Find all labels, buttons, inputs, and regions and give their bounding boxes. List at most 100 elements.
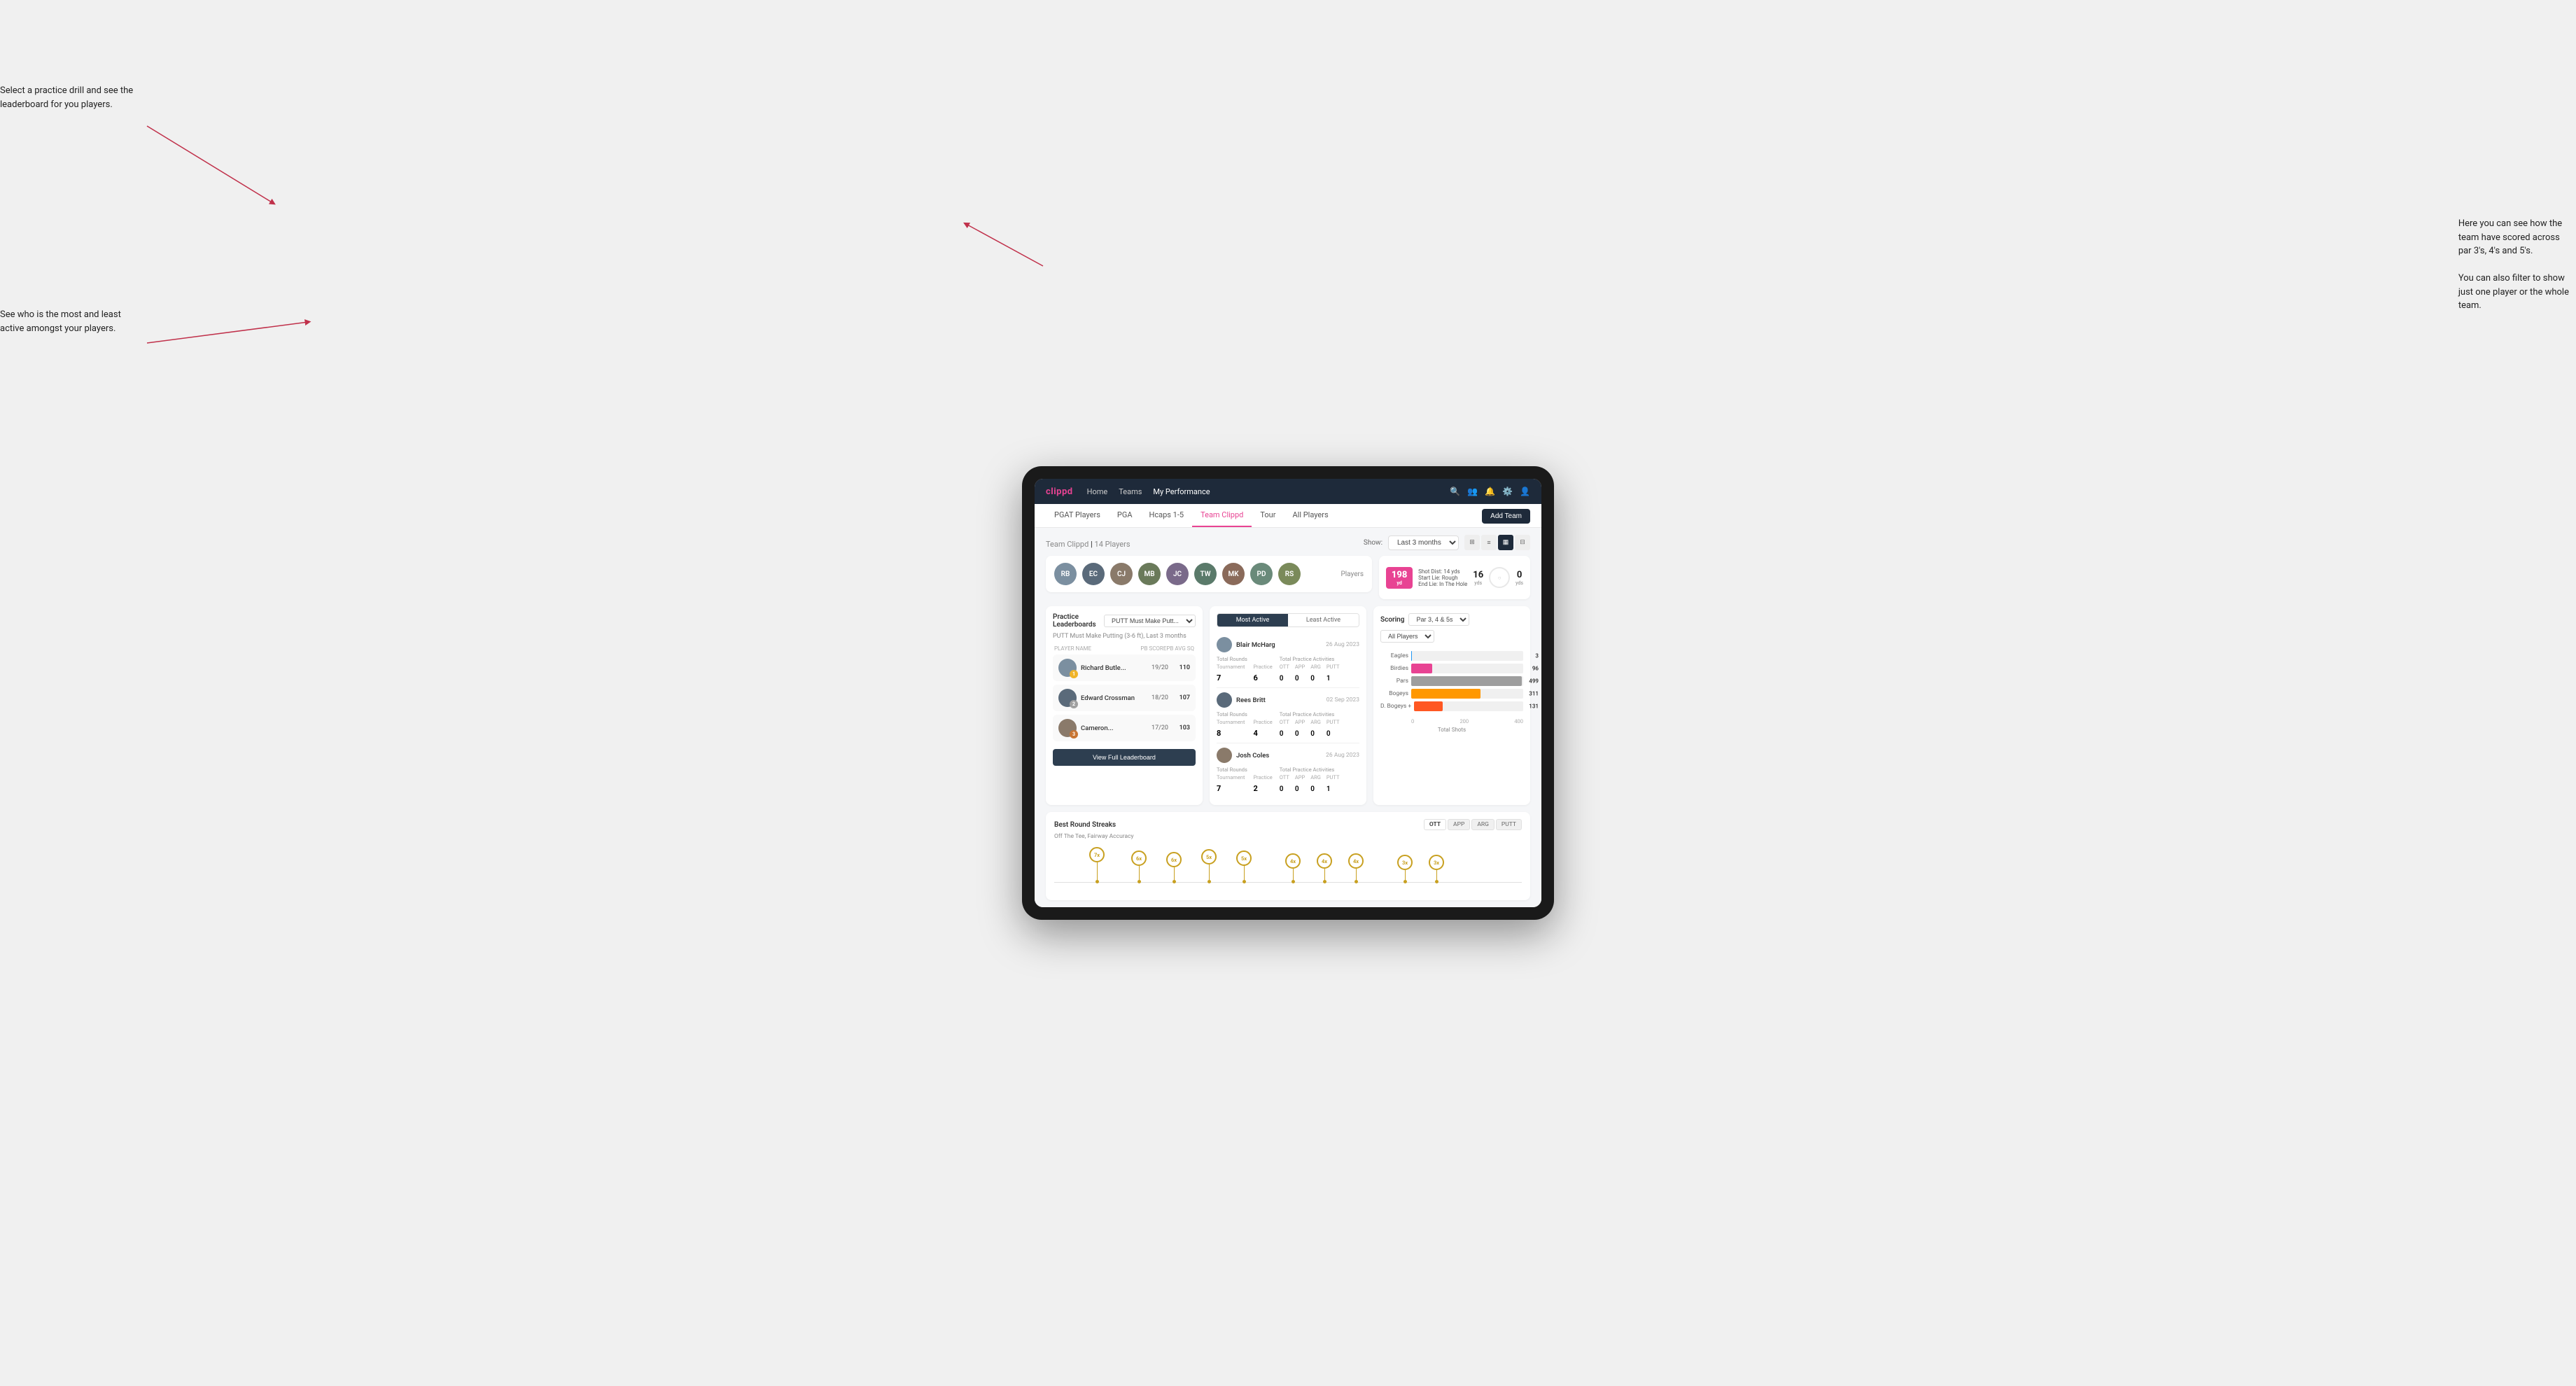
scoring-filter-2[interactable]: All Players bbox=[1380, 630, 1434, 643]
tab-arg[interactable]: ARG bbox=[1471, 819, 1494, 830]
lb-panel-header: Practice Leaderboards PUTT Must Make Put… bbox=[1053, 613, 1196, 629]
players-row: RB EC CJ MB JC TW MK PD RS Players bbox=[1046, 556, 1372, 592]
tablet-device: clippd Home Teams My Performance 🔍 👥 🔔 ⚙… bbox=[1022, 466, 1554, 920]
bell-icon[interactable]: 🔔 bbox=[1485, 486, 1495, 496]
ott-col-1: OTT 0 bbox=[1280, 664, 1289, 683]
total-rounds-label-1: Total Rounds bbox=[1217, 656, 1273, 662]
player-act-date-3: 26 Aug 2023 bbox=[1326, 752, 1359, 759]
user-icon[interactable]: 👤 bbox=[1520, 486, 1530, 496]
subnav-hcaps[interactable]: Hcaps 1-5 bbox=[1141, 504, 1193, 527]
avatar-4[interactable]: MB bbox=[1138, 563, 1161, 585]
streak-pin-3x-2: 3x bbox=[1429, 855, 1444, 883]
subnav-tour[interactable]: Tour bbox=[1252, 504, 1284, 527]
subnav-team-clippd[interactable]: Team Clippd bbox=[1192, 504, 1252, 527]
streak-dot-4 bbox=[1208, 880, 1211, 883]
bar-track-dbogeys: 131 bbox=[1414, 701, 1523, 711]
tab-most-active[interactable]: Most Active bbox=[1217, 614, 1288, 626]
app-logo: clippd bbox=[1046, 486, 1073, 497]
drill-select[interactable]: PUTT Must Make Putt... bbox=[1104, 615, 1196, 627]
player-activity-1: Blair McHarg 26 Aug 2023 Total Rounds To… bbox=[1217, 633, 1359, 688]
add-team-button[interactable]: Add Team bbox=[1482, 509, 1530, 524]
streak-dot-1 bbox=[1096, 880, 1099, 883]
bar-label-eagles: Eagles bbox=[1380, 652, 1408, 659]
streak-label-3x-1: 3x bbox=[1397, 855, 1413, 870]
streak-pin-4x-2: 4x bbox=[1317, 853, 1332, 883]
users-icon[interactable]: 👥 bbox=[1467, 486, 1478, 496]
avatar-3[interactable]: CJ bbox=[1110, 563, 1133, 585]
nav-my-performance[interactable]: My Performance bbox=[1153, 486, 1210, 498]
streaks-title: Best Round Streaks bbox=[1054, 821, 1116, 829]
activity-panel: Most Active Least Active Blair McHarg 26… bbox=[1210, 606, 1366, 805]
yds-left: 16 yds bbox=[1473, 570, 1483, 586]
streak-dot-10 bbox=[1435, 880, 1438, 883]
avatar-5[interactable]: JC bbox=[1166, 563, 1189, 585]
bar-value-eagles: 3 bbox=[1535, 653, 1539, 659]
annotation-top-right: Here you can see how the team have score… bbox=[2458, 217, 2569, 313]
lb-name-2: Edward Crossman bbox=[1081, 694, 1140, 702]
bottom-grid: Practice Leaderboards PUTT Must Make Put… bbox=[1046, 606, 1530, 805]
player-act-header-2: Rees Britt 02 Sep 2023 bbox=[1217, 692, 1359, 708]
avatar-6[interactable]: TW bbox=[1194, 563, 1217, 585]
shot-circle: ○ bbox=[1489, 567, 1510, 588]
streak-stem-1 bbox=[1097, 862, 1098, 880]
card-icon[interactable]: ▦ bbox=[1498, 535, 1513, 550]
filter-icon[interactable]: ⊟ bbox=[1515, 535, 1530, 550]
player-act-avatar-1 bbox=[1217, 637, 1232, 652]
subnav-pga[interactable]: PGA bbox=[1109, 504, 1141, 527]
bar-fill-birdies bbox=[1411, 664, 1432, 673]
tournament-col-1: Tournament 7 bbox=[1217, 664, 1245, 683]
streaks-chart: 7x 6x 6x bbox=[1054, 844, 1522, 893]
lb-row-2[interactable]: 2 Edward Crossman 18/20 107 bbox=[1053, 685, 1196, 711]
navbar: clippd Home Teams My Performance 🔍 👥 🔔 ⚙… bbox=[1035, 479, 1541, 504]
show-select[interactable]: Last 3 months bbox=[1388, 536, 1459, 550]
lb-row-1[interactable]: 1 Richard Butle... 19/20 110 bbox=[1053, 654, 1196, 681]
streak-dot-6 bbox=[1292, 880, 1295, 883]
avatar-7[interactable]: MK bbox=[1222, 563, 1245, 585]
practice-leaderboards-panel: Practice Leaderboards PUTT Must Make Put… bbox=[1046, 606, 1203, 805]
settings-icon[interactable]: ⚙️ bbox=[1502, 486, 1513, 496]
arg-col-1: ARG 0 bbox=[1310, 664, 1321, 683]
streak-dot-7 bbox=[1323, 880, 1326, 883]
lb-avatar-3: 3 bbox=[1058, 719, 1077, 737]
search-icon[interactable]: 🔍 bbox=[1450, 486, 1460, 496]
bar-dbogeys: D. Bogeys + 131 bbox=[1380, 701, 1523, 711]
bar-bogeys: Bogeys 311 bbox=[1380, 689, 1523, 699]
team-controls: Show: Last 3 months ⊞ ≡ ▦ ⊟ bbox=[1364, 535, 1530, 550]
avatar-2[interactable]: EC bbox=[1082, 563, 1105, 585]
annotation-top-left: Select a practice drill and see the lead… bbox=[0, 84, 140, 111]
streak-pin-4x-3: 4x bbox=[1348, 853, 1364, 883]
player-act-avatar-2 bbox=[1217, 692, 1232, 708]
nav-teams[interactable]: Teams bbox=[1119, 486, 1142, 498]
player-act-date-2: 02 Sep 2023 bbox=[1326, 696, 1359, 704]
lb-name-1: Richard Butle... bbox=[1081, 664, 1140, 672]
scoring-filter-1[interactable]: Par 3, 4 & 5s bbox=[1408, 613, 1469, 626]
streak-pin-7x-1: 7x bbox=[1089, 847, 1105, 883]
bar-fill-bogeys bbox=[1411, 689, 1480, 699]
rounds-values-1: Tournament 7 Practice 6 bbox=[1217, 664, 1273, 683]
list-icon[interactable]: ≡ bbox=[1481, 535, 1497, 550]
tab-least-active[interactable]: Least Active bbox=[1288, 614, 1359, 626]
streak-pin-3x-1: 3x bbox=[1397, 855, 1413, 883]
subnav-all-players[interactable]: All Players bbox=[1284, 504, 1336, 527]
bar-value-bogeys: 311 bbox=[1529, 691, 1539, 697]
streak-pin-5x-2: 5x bbox=[1236, 850, 1252, 883]
view-full-leaderboard-button[interactable]: View Full Leaderboard bbox=[1053, 749, 1196, 766]
bar-track-pars: 499 bbox=[1411, 676, 1523, 686]
grid-icon[interactable]: ⊞ bbox=[1464, 535, 1480, 550]
tab-ott[interactable]: OTT bbox=[1424, 819, 1446, 830]
bar-label-bogeys: Bogeys bbox=[1380, 690, 1408, 697]
team-header: Team Clippd | 14 Players Show: Last 3 mo… bbox=[1046, 535, 1530, 550]
lb-row-3[interactable]: 3 Cameron... 17/20 103 bbox=[1053, 715, 1196, 741]
practice-activity-values-1: OTT 0 APP 0 ARG bbox=[1280, 664, 1340, 683]
avatar-8[interactable]: PD bbox=[1250, 563, 1273, 585]
avatar-1[interactable]: RB bbox=[1054, 563, 1077, 585]
lb-avatar-2: 2 bbox=[1058, 689, 1077, 707]
tab-putt[interactable]: PUTT bbox=[1496, 819, 1522, 830]
nav-home[interactable]: Home bbox=[1087, 486, 1108, 498]
subnav-pgat[interactable]: PGAT Players bbox=[1046, 504, 1109, 527]
streak-stem-3 bbox=[1174, 867, 1175, 880]
tab-app[interactable]: APP bbox=[1448, 819, 1470, 830]
avatar-9[interactable]: RS bbox=[1278, 563, 1301, 585]
shot-card: 198 yd Shot Dist: 14 yds Start Lie: Roug… bbox=[1379, 556, 1530, 599]
streak-dot-9 bbox=[1404, 880, 1407, 883]
